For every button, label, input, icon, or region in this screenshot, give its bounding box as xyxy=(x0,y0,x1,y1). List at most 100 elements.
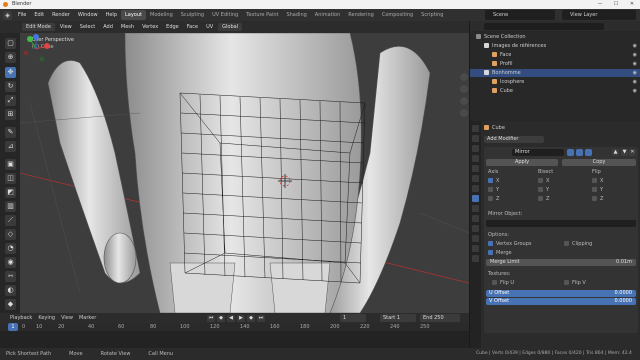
viewport-menu-select[interactable]: Select xyxy=(77,24,98,30)
ortho-toggle-icon[interactable] xyxy=(460,109,468,117)
viewport-menu-uv[interactable]: UV xyxy=(203,24,216,30)
axis-x-checkbox[interactable]: X xyxy=(488,178,499,185)
flip-v-checkbox[interactable]: Flip V xyxy=(564,280,586,287)
menu-window[interactable]: Window xyxy=(74,12,102,18)
modifier-tab-icon[interactable] xyxy=(472,195,479,202)
inset-tool-icon[interactable]: ◫ xyxy=(5,173,16,184)
tab-uv-editing[interactable]: UV Editing xyxy=(208,10,242,20)
edge-slide-tool-icon[interactable]: ⇿ xyxy=(5,271,16,282)
tab-sculpting[interactable]: Sculpting xyxy=(177,10,208,20)
outliner-row-profil[interactable]: Profil ◉ xyxy=(470,60,640,68)
tool-tab-icon[interactable] xyxy=(472,125,479,132)
close-button[interactable]: ✕ xyxy=(624,0,640,9)
tab-texture-paint[interactable]: Texture Paint xyxy=(242,10,282,20)
menu-edit[interactable]: Edit xyxy=(30,12,48,18)
play-reverse-icon[interactable]: ◀ xyxy=(227,314,235,322)
v-offset-field[interactable]: V Offset 0.0000 xyxy=(486,298,636,305)
orientation-dropdown[interactable]: Global xyxy=(218,23,243,31)
tab-layout[interactable]: Layout xyxy=(121,10,146,20)
outliner-row-cube[interactable]: Cube ◉ xyxy=(470,87,640,95)
extrude-tool-icon[interactable]: ▣ xyxy=(5,159,16,170)
prev-key-icon[interactable]: ◆ xyxy=(217,314,225,322)
bisect-x-checkbox[interactable]: X xyxy=(538,178,549,185)
navigation-gizmo-icon[interactable] xyxy=(20,33,52,65)
outliner-row-images[interactable]: Images de références ◉ xyxy=(470,42,640,50)
viewport-menu-edge[interactable]: Edge xyxy=(163,24,182,30)
tab-compositing[interactable]: Compositing xyxy=(378,10,417,20)
cursor-tool-icon[interactable]: ⊕ xyxy=(5,52,16,63)
timeline-ruler[interactable]: 0 10 20 40 60 80 100 120 140 160 180 200… xyxy=(0,323,469,331)
tab-animation[interactable]: Animation xyxy=(311,10,345,20)
edit-mode-toggle-icon[interactable] xyxy=(567,149,574,156)
visibility-eye-icon[interactable]: ◉ xyxy=(633,69,637,77)
visibility-eye-icon[interactable]: ◉ xyxy=(633,60,637,68)
outliner-row-icosphere[interactable]: Icosphere ◉ xyxy=(470,78,640,86)
constraints-tab-icon[interactable] xyxy=(472,225,479,232)
rotate-tool-icon[interactable]: ↻ xyxy=(5,81,16,92)
visibility-eye-icon[interactable]: ◉ xyxy=(633,42,637,50)
view-layer-selector[interactable]: View Layer xyxy=(562,10,636,20)
jump-end-icon[interactable]: ⏭ xyxy=(257,314,265,322)
start-frame-field[interactable]: Start 1 xyxy=(380,314,416,322)
tab-rendering[interactable]: Rendering xyxy=(344,10,378,20)
blender-menu-icon[interactable]: ◈ xyxy=(3,10,12,20)
transform-tool-icon[interactable]: ⊞ xyxy=(5,109,16,120)
merge-checkbox[interactable]: Merge xyxy=(488,250,512,257)
pan-icon[interactable] xyxy=(460,85,468,93)
timeline-menu-view[interactable]: View xyxy=(61,315,73,321)
loop-cut-tool-icon[interactable]: ▥ xyxy=(5,201,16,212)
3d-viewport[interactable]: User Perspective (1) Cube xyxy=(20,33,469,313)
apply-button[interactable]: Apply xyxy=(486,159,558,166)
poly-build-tool-icon[interactable]: ◇ xyxy=(5,229,16,240)
visibility-eye-icon[interactable]: ◉ xyxy=(633,78,637,86)
bevel-tool-icon[interactable]: ◩ xyxy=(5,187,16,198)
measure-tool-icon[interactable]: ⊿ xyxy=(5,141,16,152)
scale-tool-icon[interactable]: ⤢ xyxy=(5,95,16,106)
end-frame-field[interactable]: End 250 xyxy=(420,314,460,322)
render-tab-icon[interactable] xyxy=(472,135,479,142)
camera-view-icon[interactable] xyxy=(460,97,468,105)
outliner-row-scene-collection[interactable]: Scene Collection xyxy=(470,33,640,41)
next-key-icon[interactable]: ◆ xyxy=(247,314,255,322)
flip-u-checkbox[interactable]: Flip U xyxy=(492,280,514,287)
flip-x-checkbox[interactable]: X xyxy=(592,178,603,185)
menu-file[interactable]: File xyxy=(14,12,30,18)
zoom-icon[interactable] xyxy=(460,73,468,81)
visibility-eye-icon[interactable]: ◉ xyxy=(633,87,637,95)
viewport-menu-mesh[interactable]: Mesh xyxy=(118,24,137,30)
spin-tool-icon[interactable]: ◔ xyxy=(5,243,16,254)
output-tab-icon[interactable] xyxy=(472,145,479,152)
viewport-menu-add[interactable]: Add xyxy=(100,24,116,30)
particles-tab-icon[interactable] xyxy=(472,205,479,212)
viewport-menu-face[interactable]: Face xyxy=(184,24,201,30)
tab-shading[interactable]: Shading xyxy=(282,10,310,20)
visibility-eye-icon[interactable]: ◉ xyxy=(633,51,637,59)
modifier-name-input[interactable]: Mirror xyxy=(512,149,564,156)
timeline-menu-marker[interactable]: Marker xyxy=(79,315,96,321)
minimize-button[interactable]: — xyxy=(592,0,608,9)
outliner-row-face[interactable]: Face ◉ xyxy=(470,51,640,59)
timeline-menu-playback[interactable]: Playback xyxy=(10,315,32,321)
remove-modifier-icon[interactable]: ✕ xyxy=(629,149,636,156)
axis-z-checkbox[interactable]: Z xyxy=(488,196,499,203)
menu-help[interactable]: Help xyxy=(102,12,121,18)
physics-tab-icon[interactable] xyxy=(472,215,479,222)
viewport-menu-view[interactable]: View xyxy=(57,24,75,30)
data-tab-icon[interactable] xyxy=(472,235,479,242)
viewport-toggle-icon[interactable] xyxy=(585,149,592,156)
tab-modeling[interactable]: Modeling xyxy=(146,10,177,20)
flip-y-checkbox[interactable]: Y xyxy=(592,187,603,194)
outliner-search-input[interactable] xyxy=(484,22,604,30)
u-offset-field[interactable]: U Offset 0.0000 xyxy=(486,290,636,297)
knife-tool-icon[interactable]: ⟋ xyxy=(5,215,16,226)
move-down-icon[interactable]: ▼ xyxy=(621,149,628,156)
tab-scripting[interactable]: Scripting xyxy=(417,10,447,20)
smooth-tool-icon[interactable]: ◉ xyxy=(5,257,16,268)
select-tool-icon[interactable]: ▢ xyxy=(5,38,16,49)
rip-tool-icon[interactable]: ◆ xyxy=(5,299,16,310)
play-icon[interactable]: ▶ xyxy=(237,314,245,322)
mode-dropdown[interactable]: Edit Mode xyxy=(22,23,55,31)
scene-tab-icon[interactable] xyxy=(472,165,479,172)
menu-render[interactable]: Render xyxy=(48,12,74,18)
playhead[interactable]: 1 xyxy=(8,323,18,331)
